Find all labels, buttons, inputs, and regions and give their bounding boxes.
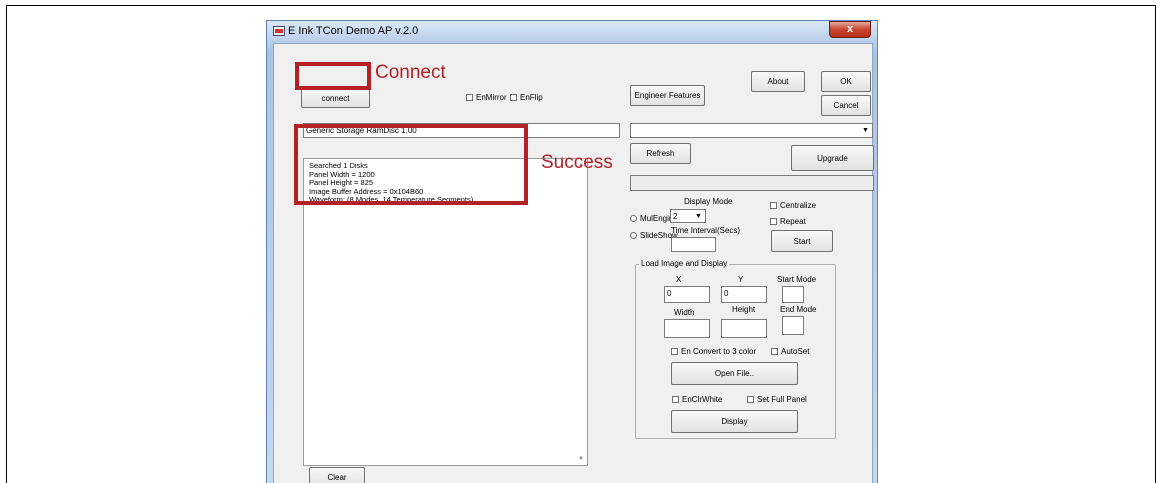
y-label: Y — [738, 275, 744, 284]
en-flip-label: EnFlip — [520, 93, 543, 102]
centralize-label: Centralize — [780, 201, 817, 210]
connect-button[interactable]: connect — [301, 88, 370, 108]
close-button[interactable]: x — [829, 21, 871, 38]
en-mirror-checkbox[interactable]: EnMirror — [466, 93, 507, 102]
slide-show-radio-icon[interactable] — [630, 232, 637, 239]
display-mode-label: Display Mode — [684, 197, 733, 206]
refresh-label: Refresh — [646, 149, 675, 158]
time-interval-field[interactable] — [671, 237, 716, 252]
upgrade-button[interactable]: Upgrade — [791, 145, 874, 171]
dropdown-arrow-icon[interactable]: ▼ — [694, 212, 703, 221]
height-field[interactable] — [721, 319, 767, 338]
repeat-check-icon[interactable] — [770, 218, 777, 225]
start-button[interactable]: Start — [771, 230, 833, 252]
en-convert-label: En Convert to 3 color — [681, 347, 757, 356]
start-label: Start — [793, 236, 811, 246]
load-image-group: Load Image and Display X Y Start Mode 0 … — [635, 259, 836, 439]
y-field[interactable]: 0 — [721, 286, 767, 303]
start-mode-field[interactable] — [782, 286, 804, 303]
connect-button-label: connect — [321, 93, 350, 103]
x-field[interactable]: 0 — [664, 286, 710, 303]
set-full-panel-checkbox[interactable]: Set Full Panel — [747, 395, 807, 404]
display-button[interactable]: Display — [671, 410, 798, 433]
client-area: connect EnMirror EnFlip Engineer Feature… — [273, 43, 874, 483]
en-convert-check-icon[interactable] — [671, 348, 678, 355]
auto-set-label: AutoSet — [781, 347, 810, 356]
width-label: Width — [674, 308, 695, 317]
ok-button[interactable]: OK — [821, 71, 871, 92]
en-clr-white-checkbox[interactable]: EnClrWhite — [672, 395, 722, 404]
set-full-panel-label: Set Full Panel — [757, 395, 807, 404]
display-label: Display — [721, 417, 748, 426]
en-mirror-label: EnMirror — [476, 93, 507, 102]
en-convert-checkbox[interactable]: En Convert to 3 color — [671, 347, 756, 356]
clear-label: Clear — [327, 473, 347, 482]
time-interval-label: Time Interval(Secs) — [671, 226, 741, 235]
device-select[interactable]: ▼ — [630, 123, 873, 138]
auto-set-checkbox[interactable]: AutoSet — [771, 347, 809, 356]
en-clr-white-label: EnClrWhite — [682, 395, 723, 404]
en-flip-checkbox[interactable]: EnFlip — [510, 93, 543, 102]
ok-label: OK — [840, 77, 852, 86]
open-file-label: Open File.. — [714, 369, 755, 378]
width-field[interactable] — [664, 319, 710, 338]
auto-set-check-icon[interactable] — [771, 348, 778, 355]
clear-button[interactable]: Clear — [309, 467, 365, 483]
scroll-down-icon[interactable]: ▼ — [578, 456, 584, 462]
end-mode-field[interactable] — [782, 316, 804, 335]
about-button[interactable]: About — [751, 71, 805, 92]
connect-annotation: Connect — [375, 62, 446, 83]
centralize-checkbox[interactable]: Centralize — [770, 201, 816, 210]
cancel-label: Cancel — [833, 101, 859, 110]
about-label: About — [767, 77, 789, 86]
en-clr-white-check-icon[interactable] — [672, 396, 679, 403]
repeat-label: Repeat — [780, 217, 806, 226]
start-mode-label: Start Mode — [777, 275, 817, 284]
display-mode-value: 2 — [673, 212, 678, 221]
progress-bar — [630, 175, 874, 191]
refresh-button[interactable]: Refresh — [630, 143, 691, 164]
display-mode-select[interactable]: 2 ▼ — [670, 209, 706, 223]
success-highlight-box — [294, 124, 528, 205]
title-bar[interactable]: E Ink TCon Demo AP v.2.0 x — [267, 21, 877, 43]
en-mirror-check-icon[interactable] — [466, 94, 473, 101]
engineer-features-button[interactable]: Engineer Features — [630, 85, 705, 106]
height-label: Height — [732, 305, 756, 314]
connect-highlight-box — [295, 62, 371, 90]
cancel-button[interactable]: Cancel — [821, 95, 871, 116]
success-annotation: Success — [541, 152, 613, 173]
x-label: X — [676, 275, 682, 284]
engineer-features-label: Engineer Features — [634, 91, 701, 100]
end-mode-label: End Mode — [780, 305, 817, 314]
centralize-check-icon[interactable] — [770, 202, 777, 209]
set-full-panel-check-icon[interactable] — [747, 396, 754, 403]
upgrade-label: Upgrade — [817, 153, 848, 163]
en-flip-check-icon[interactable] — [510, 94, 517, 101]
open-file-button[interactable]: Open File.. — [671, 362, 798, 385]
repeat-checkbox[interactable]: Repeat — [770, 217, 806, 226]
mul-engine-radio-icon[interactable] — [630, 215, 637, 222]
app-icon — [273, 26, 285, 36]
load-image-group-title: Load Image and Display — [639, 259, 730, 268]
window-title: E Ink TCon Demo AP v.2.0 — [288, 25, 419, 37]
dropdown-arrow-icon[interactable]: ▼ — [861, 126, 870, 135]
